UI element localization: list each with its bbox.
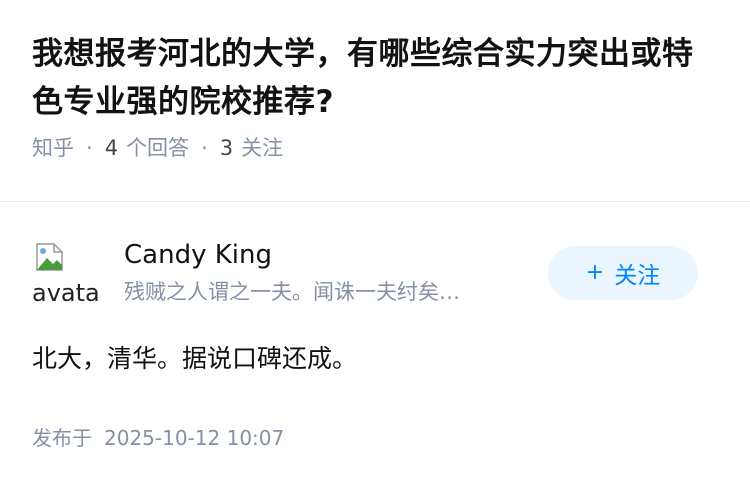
meta-separator: · [201,136,208,160]
follow-button-label: 关注 [614,263,661,289]
follower-count-label: 关注 [241,136,284,160]
answer-count: 4 [104,136,119,160]
answer-content: 北大，清华。据说口碑还成。 [32,344,358,373]
question-meta: 知乎 · 4 个回答 · 3 关注 [32,134,722,162]
question-title[interactable]: 我想报考河北的大学，有哪些综合实力突出或特色专业强的院校推荐? [32,30,722,126]
source-label[interactable]: 知乎 [32,134,74,162]
published-time: 2025-10-12 10:07 [104,426,285,450]
answer-card: avatar Candy King 残贼之人谓之一夫。闻诛一夫纣矣… + 关注 … [0,202,750,490]
answer-footer: 发布于 2025-10-12 10:07 [32,424,284,452]
avatar[interactable]: avatar [32,242,98,308]
avatar-alt-text: avatar [32,279,98,307]
plus-icon: + [585,260,605,285]
author-info: Candy King 残贼之人谓之一夫。闻诛一夫纣矣… [124,238,544,306]
author-name[interactable]: Candy King [124,238,544,272]
published-label: 发布于 [32,426,92,450]
question-header: 我想报考河北的大学，有哪些综合实力突出或特色专业强的院校推荐? 知乎 · 4 个… [32,30,722,162]
follower-count: 3 [219,136,234,160]
page: 我想报考河北的大学，有哪些综合实力突出或特色专业强的院校推荐? 知乎 · 4 个… [0,0,750,490]
author-row: avatar Candy King 残贼之人谓之一夫。闻诛一夫纣矣… + 关注 [32,238,718,308]
author-bio: 残贼之人谓之一夫。闻诛一夫纣矣… [124,280,460,304]
meta-separator: · [86,136,93,160]
follow-button[interactable]: + 关注 [548,246,698,300]
answer-count-label[interactable]: 个回答 [126,134,189,162]
